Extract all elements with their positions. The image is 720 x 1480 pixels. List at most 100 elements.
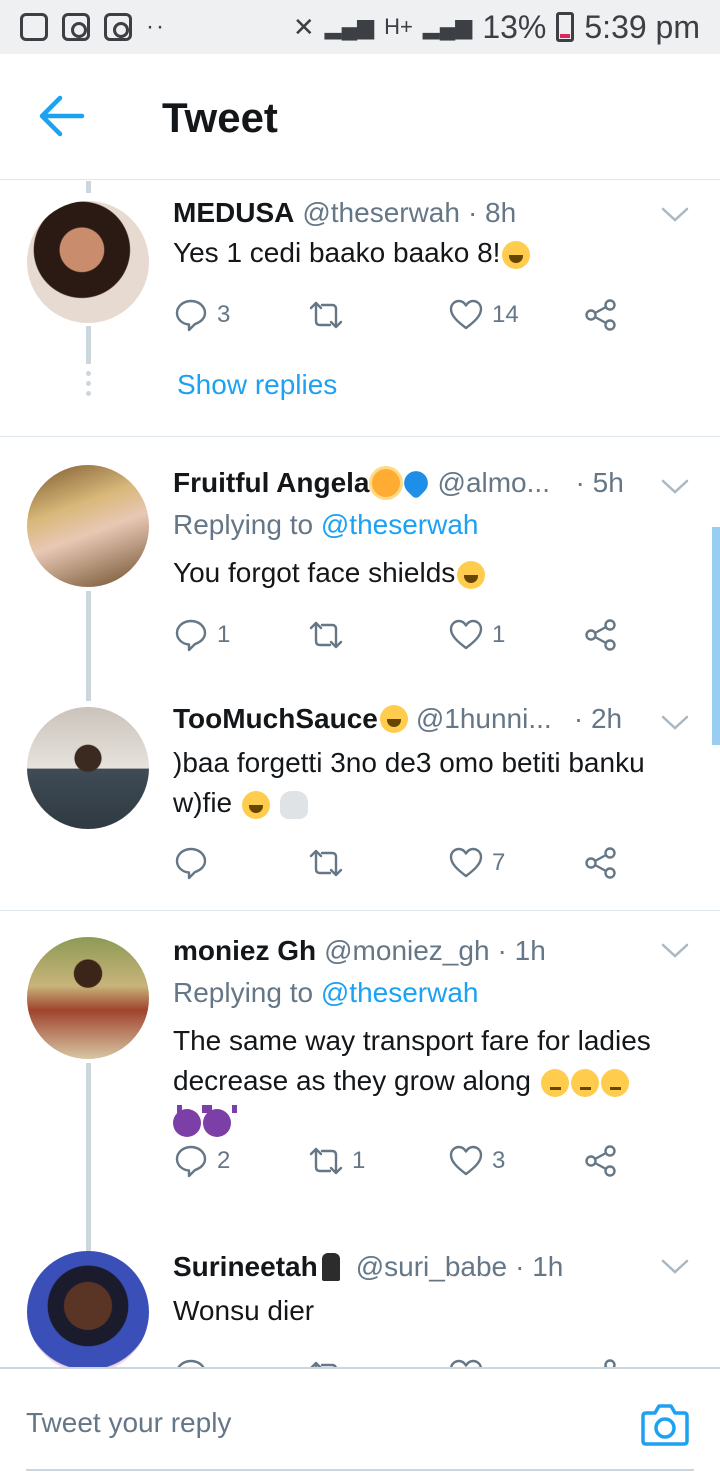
tweet-actions: 3 14 (173, 297, 693, 337)
signal-icon: ▂▄▆ (422, 14, 473, 39)
retweet-button[interactable] (308, 297, 352, 333)
retweet-icon (310, 1361, 337, 1367)
status-bar: ·· ✕ ▂▄▆ H+ ▂▄▆ 13% 5:39 pm (0, 0, 720, 54)
reply-button[interactable]: 2 (173, 1143, 230, 1179)
retweet-icon (309, 849, 343, 877)
share-button[interactable] (583, 845, 619, 881)
share-button[interactable] (583, 1357, 619, 1367)
instagram-icon (104, 13, 132, 41)
tweet-actions (173, 1357, 693, 1367)
share-button[interactable] (583, 297, 619, 333)
retweet-icon (309, 301, 343, 329)
battery-percent: 13% (482, 8, 547, 45)
back-arrow-icon[interactable] (36, 94, 88, 138)
like-button[interactable]: 14 (448, 297, 519, 333)
tweet[interactable]: TooMuchSauce @1hunni... · 2h )baa forget… (0, 667, 720, 910)
tweet-header: moniez Gh @moniez_gh · 1h (173, 935, 546, 967)
heart-icon (449, 1145, 483, 1176)
like-button[interactable]: 1 (448, 617, 505, 653)
show-replies-link[interactable]: Show replies (177, 369, 337, 401)
username[interactable]: @suri_babe (356, 1251, 507, 1283)
tweet-text: You forgot face shields (173, 553, 703, 593)
avatar[interactable] (27, 1251, 149, 1367)
reply-button[interactable]: 1 (173, 617, 230, 653)
thread-ellipsis (86, 371, 91, 376)
more-notifications-icon: ·· (146, 13, 166, 40)
retweet-button[interactable] (308, 617, 352, 653)
savoring-emoji (379, 705, 408, 733)
display-name[interactable]: MEDUSA (173, 197, 294, 229)
reply-button[interactable] (173, 845, 217, 881)
clock: 5:39 pm (584, 8, 700, 45)
avatar[interactable] (27, 201, 149, 323)
thread-line (86, 181, 91, 193)
camera-icon[interactable] (640, 1401, 690, 1447)
reply-input[interactable]: Tweet your reply (26, 1407, 231, 1439)
mute-icon: ✕ (292, 11, 315, 42)
thread-ellipsis (86, 381, 91, 386)
retweet-button[interactable] (308, 1357, 344, 1367)
chevron-down-icon[interactable] (660, 205, 690, 225)
retweet-button[interactable]: 1 (308, 1143, 365, 1179)
timestamp: · 2h (573, 703, 623, 734)
display-name[interactable]: Fruitful Angela (173, 467, 370, 499)
tweet[interactable]: moniez Gh @moniez_gh · 1h Replying to @t… (0, 911, 720, 1253)
replying-to: Replying to @theserwah (173, 509, 479, 540)
retweet-button[interactable] (308, 845, 352, 881)
display-name[interactable]: Surineetah (173, 1251, 318, 1283)
heart-icon (449, 619, 483, 650)
chevron-down-icon[interactable] (660, 941, 690, 961)
retweet-count: 1 (352, 1147, 366, 1174)
avatar[interactable] (27, 465, 149, 587)
laughing-emoji (457, 560, 486, 589)
share-icon (585, 299, 616, 331)
raised-eyebrow-emoji (570, 1068, 599, 1097)
share-icon (603, 1359, 616, 1367)
like-button[interactable]: 7 (448, 845, 505, 881)
retweet-icon (309, 1147, 343, 1175)
battery-icon (556, 12, 575, 42)
sun-emoji (371, 469, 400, 497)
tweet-header: MEDUSA @theserwah · 8h (173, 197, 516, 229)
chevron-down-icon[interactable] (660, 477, 690, 497)
username[interactable]: @moniez_gh (324, 935, 489, 967)
instagram-icon (62, 13, 90, 41)
username[interactable]: @almo... (438, 467, 564, 499)
share-button[interactable] (583, 617, 619, 653)
tweet-actions: 2 1 3 (173, 1143, 693, 1183)
chevron-down-icon[interactable] (660, 713, 690, 733)
tweet-actions: 7 (173, 845, 693, 885)
like-button[interactable] (448, 1357, 484, 1367)
display-name[interactable]: moniez Gh (173, 935, 316, 967)
input-underline (26, 1469, 694, 1471)
avatar[interactable] (27, 707, 149, 829)
tweet[interactable]: Fruitful Angela @almo... · 5h Replying t… (0, 437, 720, 701)
reply-count: 2 (217, 1147, 231, 1174)
reply-feed[interactable]: MEDUSA @theserwah · 8h Yes 1 cedi baako … (0, 181, 720, 1367)
reply-button[interactable]: 3 (173, 297, 230, 333)
reply-button[interactable] (173, 1357, 209, 1367)
tweet-header: TooMuchSauce @1hunni... · 2h (173, 703, 622, 735)
like-count: 14 (492, 301, 519, 328)
avatar[interactable] (27, 937, 149, 1059)
gallery-icon (20, 13, 48, 41)
tweet[interactable]: Surineetah @suri_babe · 1h Wonsu dier (0, 1221, 720, 1367)
tweet[interactable]: MEDUSA @theserwah · 8h Yes 1 cedi baako … (0, 181, 720, 437)
network-type: H+ (384, 14, 413, 39)
scroll-indicator[interactable] (712, 527, 720, 745)
like-count: 3 (492, 1147, 506, 1174)
tweet-text: )baa forgetti 3no de3 omo betiti banku w… (173, 747, 645, 819)
chevron-down-icon[interactable] (660, 1257, 690, 1277)
replying-to-link[interactable]: @theserwah (321, 509, 479, 540)
share-button[interactable] (583, 1143, 619, 1179)
reply-icon (177, 1359, 205, 1367)
heart-icon (449, 299, 483, 330)
replying-to-link[interactable]: @theserwah (321, 977, 479, 1008)
username[interactable]: @theserwah (302, 197, 460, 229)
like-button[interactable]: 3 (448, 1143, 505, 1179)
display-name[interactable]: TooMuchSauce (173, 703, 378, 735)
reply-composer: Tweet your reply (0, 1367, 720, 1480)
laughing-emoji (241, 790, 270, 819)
username[interactable]: @1hunni... (416, 703, 562, 735)
devil-emoji (203, 1104, 237, 1137)
